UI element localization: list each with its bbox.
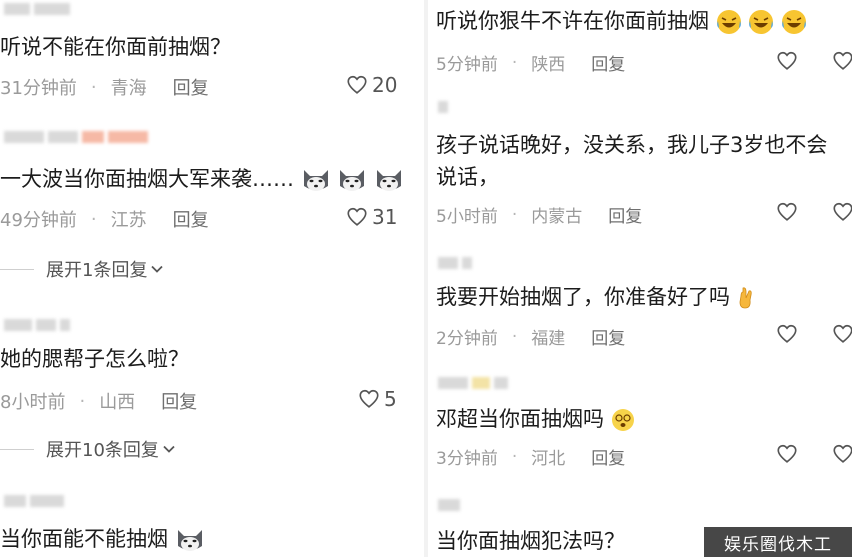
comment-location: 福建 <box>531 329 566 349</box>
comment-time: 31分钟前 <box>0 78 77 99</box>
comment-location: 河北 <box>531 449 566 469</box>
comment-text: 她的腮帮子怎么啦？ <box>0 347 189 371</box>
laugh-cry-emoji-icon <box>716 9 742 35</box>
comment-text: 邓超当你面抽烟吗 <box>436 404 635 435</box>
reply-button[interactable]: 回复 <box>161 388 197 414</box>
comment-time: 49分钟前 <box>0 210 77 231</box>
heart-outline-icon <box>358 388 380 410</box>
comment-location: 内蒙古 <box>531 207 583 227</box>
like-button[interactable]: 5 <box>358 387 397 411</box>
comment-location: 江苏 <box>110 210 147 231</box>
comment-text: 听说不能在你面前抽烟？ <box>0 35 231 59</box>
heart-outline-icon[interactable] <box>776 50 798 72</box>
blurred-username <box>438 498 460 512</box>
reply-button[interactable]: 回复 <box>591 324 625 349</box>
watermark: 娱乐圈伐木工 <box>704 527 852 557</box>
comment-time: 3分钟前 <box>436 449 498 469</box>
comment-meta: 5小时前 · 内蒙古 回复 <box>436 202 642 228</box>
laugh-cry-emoji-icon <box>748 9 774 35</box>
blurred-username <box>4 494 64 508</box>
blurred-username <box>438 100 448 114</box>
comment-time: 5分钟前 <box>436 55 498 75</box>
husky-emoji-icon <box>374 166 404 194</box>
blurred-username <box>4 130 148 144</box>
like-button[interactable]: 20 <box>346 73 397 97</box>
comment-location: 青海 <box>110 78 147 99</box>
divider-line <box>0 268 34 270</box>
heart-outline-icon <box>346 74 368 96</box>
comment-meta: 3分钟前 · 河北 回复 <box>436 444 625 470</box>
chevron-down-icon <box>162 442 176 456</box>
heart-outline-icon[interactable] <box>776 323 798 345</box>
divider-line <box>0 448 34 450</box>
heart-outline-icon[interactable] <box>832 443 852 465</box>
husky-emoji-icon <box>301 166 331 194</box>
crossed-fingers-emoji-icon <box>737 286 755 310</box>
heart-outline-icon[interactable] <box>832 201 852 223</box>
separator-dot: · <box>511 326 518 347</box>
comment-text: 孩子说话晚好，没关系，我儿子3岁也不会 <box>436 133 828 157</box>
blurred-username <box>4 318 70 332</box>
reply-button[interactable]: 回复 <box>591 444 625 469</box>
separator-dot: · <box>90 208 97 230</box>
comment-meta: 49分钟前 · 江苏 回复 <box>0 206 209 232</box>
comment-text: 当你面抽烟犯法吗？ <box>436 529 625 553</box>
husky-emoji-icon <box>337 166 367 194</box>
separator-dot: · <box>511 446 518 467</box>
comment-meta: 2分钟前 · 福建 回复 <box>436 324 625 350</box>
comment-text-content: 听说你狠牛不许在你面前抽烟 <box>436 9 709 33</box>
comment-text: 听说你狠牛不许在你面前抽烟 <box>436 6 807 37</box>
comment-meta: 31分钟前 · 青海 回复 <box>0 74 209 100</box>
expand-replies-label: 展开1条回复 <box>46 260 148 281</box>
blurred-username <box>438 376 508 390</box>
blurred-username <box>438 256 472 270</box>
comment-time: 8小时前 <box>0 392 66 413</box>
like-count: 20 <box>372 73 398 97</box>
comment-text: 我要开始抽烟了，你准备好了吗 <box>436 282 755 313</box>
reply-button[interactable]: 回复 <box>173 206 209 232</box>
dizzy-face-emoji-icon <box>611 408 635 432</box>
husky-emoji-icon <box>175 526 205 554</box>
comment-location: 山西 <box>99 392 136 413</box>
blurred-username <box>4 2 70 16</box>
expand-replies-button[interactable]: 展开10条回复 <box>0 436 176 462</box>
like-button[interactable]: 31 <box>346 205 397 229</box>
left-comment-panel: 听说不能在你面前抽烟？ 31分钟前 · 青海 回复 20 一大波当你面抽烟大军来… <box>0 0 424 557</box>
expand-replies-button[interactable]: 展开1条回复 <box>0 256 164 282</box>
comment-text: 一大波当你面抽烟大军来袭…… <box>0 164 404 195</box>
chevron-down-icon <box>150 262 164 276</box>
comment-text-content: 一大波当你面抽烟大军来袭…… <box>0 167 294 191</box>
heart-outline-icon[interactable] <box>832 323 852 345</box>
like-count: 31 <box>372 205 398 229</box>
like-count: 5 <box>384 387 397 411</box>
separator-dot: · <box>79 390 86 412</box>
comment-text-content: 我要开始抽烟了，你准备好了吗 <box>436 285 730 309</box>
separator-dot: · <box>90 76 97 98</box>
laugh-cry-emoji-icon <box>781 9 807 35</box>
comment-time: 2分钟前 <box>436 329 498 349</box>
heart-outline-icon[interactable] <box>776 201 798 223</box>
comment-time: 5小时前 <box>436 207 498 227</box>
comment-text-line2: 说话， <box>436 165 499 189</box>
comment-location: 陕西 <box>531 55 566 75</box>
expand-replies-label: 展开10条回复 <box>46 440 159 461</box>
reply-button[interactable]: 回复 <box>173 74 209 100</box>
reply-button[interactable]: 回复 <box>608 202 642 227</box>
separator-dot: · <box>511 52 518 73</box>
comment-text-content: 当你面能不能抽烟 <box>0 527 168 551</box>
heart-outline-icon[interactable] <box>832 50 852 72</box>
heart-outline-icon[interactable] <box>776 443 798 465</box>
comment-text: 当你面能不能抽烟 <box>0 524 205 555</box>
right-comment-panel: 听说你狠牛不许在你面前抽烟 5分钟前 · 陕西 回复 孩子说话晚好，没关系，我儿… <box>428 0 852 557</box>
comment-meta: 5分钟前 · 陕西 回复 <box>436 50 625 76</box>
reply-button[interactable]: 回复 <box>591 50 625 75</box>
heart-outline-icon <box>346 206 368 228</box>
separator-dot: · <box>511 204 518 225</box>
comment-text-content: 邓超当你面抽烟吗 <box>436 407 604 431</box>
comment-meta: 8小时前 · 山西 回复 <box>0 388 197 414</box>
